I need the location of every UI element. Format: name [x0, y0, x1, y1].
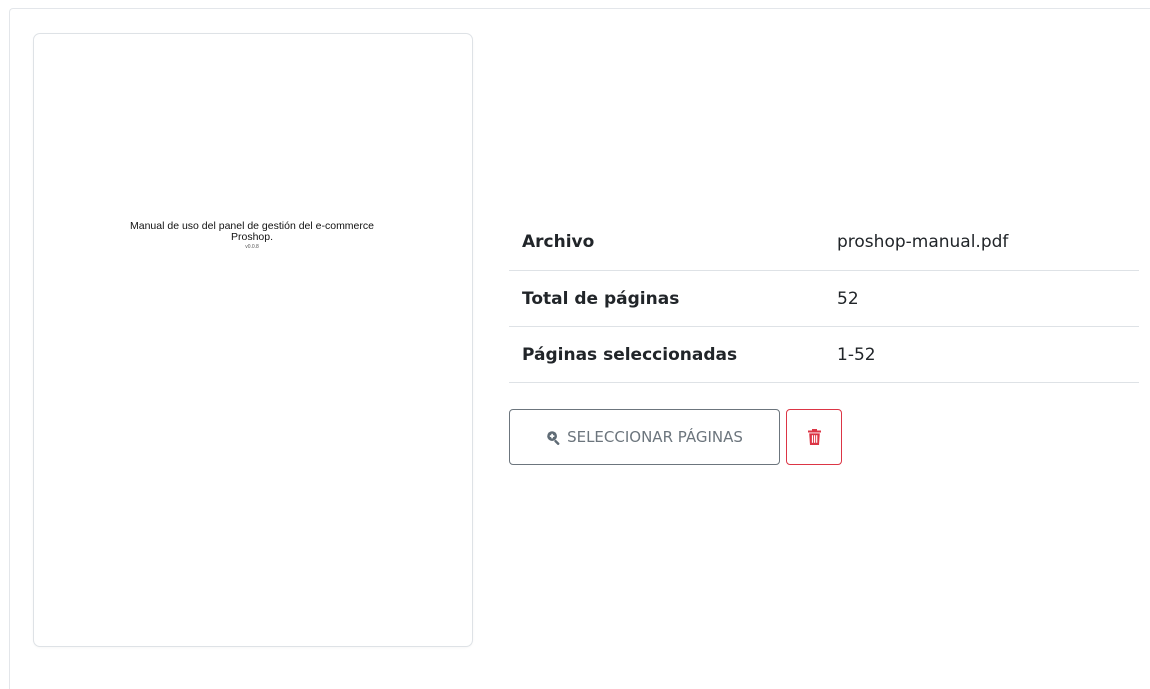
- file-info-value: proshop-manual.pdf: [837, 232, 1009, 252]
- file-info-row-selected-pages: Páginas seleccionadas 1-52: [509, 327, 1139, 383]
- pdf-preview-title-line2: Proshop.: [230, 231, 274, 243]
- file-info-label: Archivo: [522, 232, 595, 252]
- select-pages-label: SELECCIONAR PÁGINAS: [567, 428, 743, 446]
- file-info-value: 1-52: [837, 344, 876, 365]
- trash-icon: [807, 429, 821, 445]
- zoom-in-icon: [546, 430, 561, 445]
- file-info-value: 52: [837, 288, 859, 309]
- file-actions: SELECCIONAR PÁGINAS: [509, 409, 842, 465]
- file-info-row-archivo: Archivo proshop-manual.pdf: [509, 214, 1139, 271]
- file-info-row-total-pages: Total de páginas 52: [509, 271, 1139, 327]
- file-info-label: Páginas seleccionadas: [522, 344, 738, 365]
- pdf-preview-version: v0.0.8: [245, 244, 259, 250]
- file-info-table: Archivo proshop-manual.pdf Total de pági…: [509, 214, 1139, 383]
- select-pages-button[interactable]: SELECCIONAR PÁGINAS: [509, 409, 780, 465]
- pdf-preview-text: Manual de uso del panel de gestión del e…: [62, 221, 442, 251]
- pdf-preview-card: Manual de uso del panel de gestión del e…: [33, 33, 473, 647]
- delete-file-button[interactable]: [786, 409, 842, 465]
- file-info-label: Total de páginas: [522, 288, 680, 309]
